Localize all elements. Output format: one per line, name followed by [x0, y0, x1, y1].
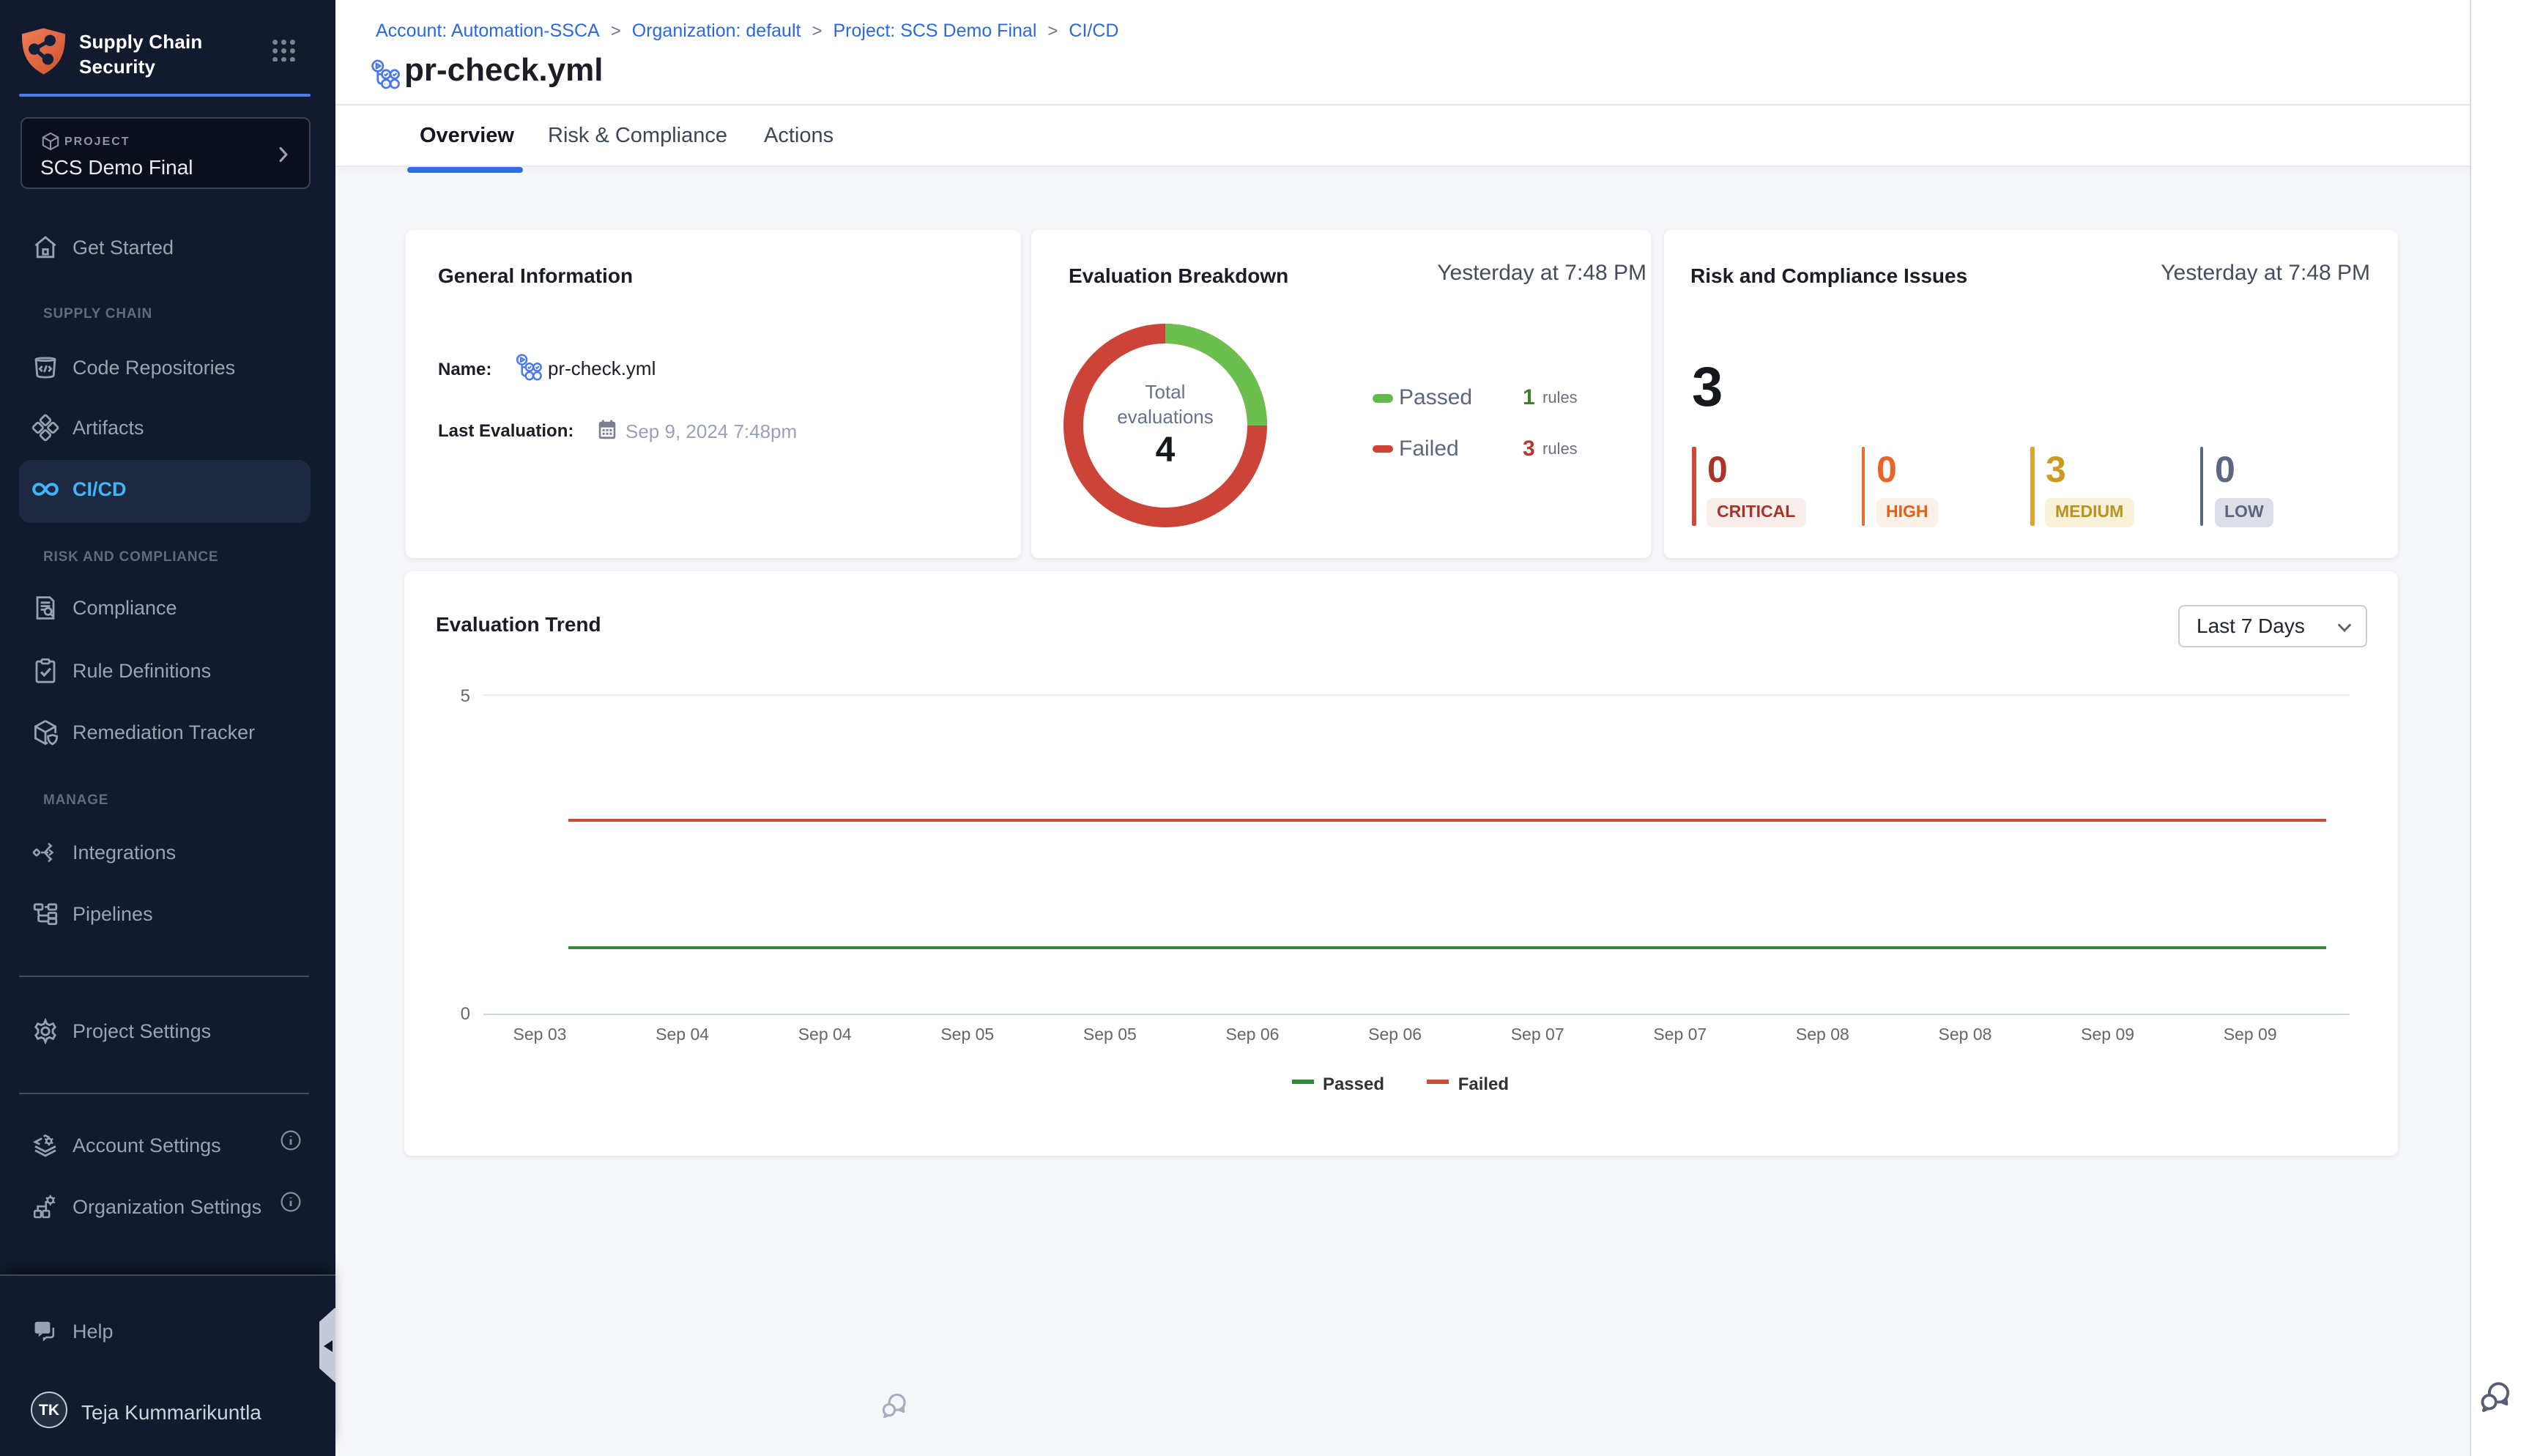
svg-text:?: ?: [39, 1320, 46, 1334]
